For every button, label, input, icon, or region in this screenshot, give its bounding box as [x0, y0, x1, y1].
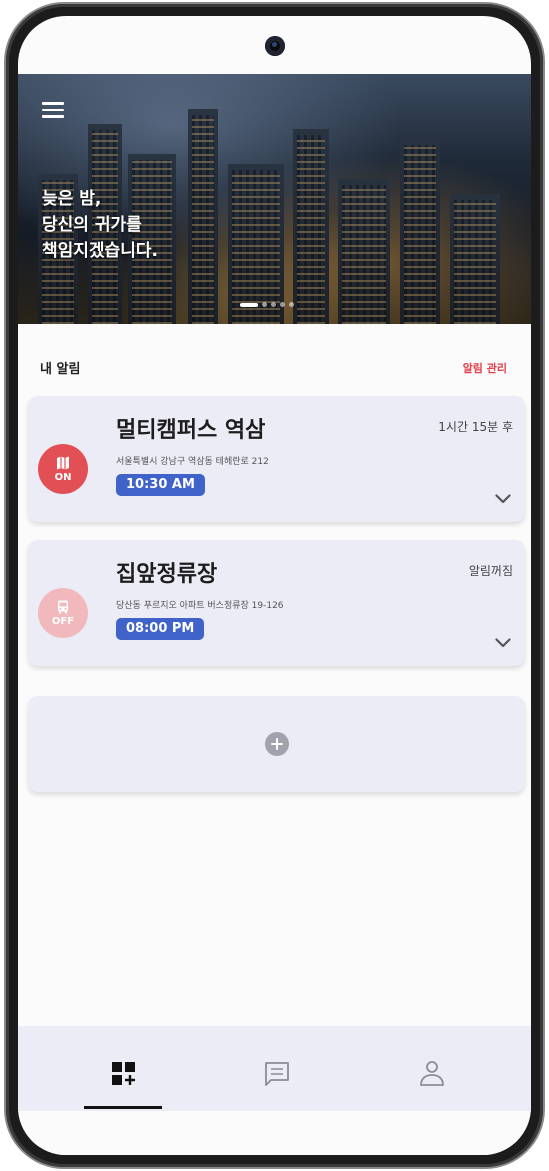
my-alarms-title: 내 알림 [40, 362, 81, 377]
bus-icon [58, 600, 68, 614]
building-graphic [400, 139, 440, 324]
chevron-down-icon[interactable] [495, 494, 511, 504]
alarm-state-label: ON [54, 472, 72, 483]
phone-frame: 늦은 밤, 당신의 귀가를 책임지겠습니다. 내 알림 알림 관리 ON 멀티캠… [6, 4, 543, 1167]
alarm-card[interactable]: OFF 집앞정류장 알림꺼짐 당산동 푸르지오 아파트 버스정류장 19-126… [28, 540, 525, 666]
alarm-card[interactable]: ON 멀티캠퍼스 역삼 1시간 15분 후 서울특별시 강남구 역삼동 테헤란로… [28, 396, 525, 522]
hero-headline: 늦은 밤, 당신의 귀가를 책임지겠습니다. [42, 189, 158, 261]
building-graphic [228, 164, 284, 324]
nav-profile-tab[interactable] [412, 1054, 452, 1094]
menu-icon[interactable] [42, 102, 64, 118]
alarm-state-badge[interactable]: OFF [38, 588, 88, 638]
alarm-title: 집앞정류장 [116, 562, 218, 587]
chat-icon [265, 1062, 289, 1086]
add-alarm-card[interactable] [28, 696, 525, 792]
chevron-down-icon[interactable] [495, 638, 511, 648]
system-navigation-area [18, 1111, 531, 1155]
dashboard-add-icon [112, 1062, 135, 1085]
building-graphic [450, 194, 500, 324]
alarm-state-label: OFF [51, 616, 75, 627]
alarm-address: 서울특별시 강남구 역삼동 테헤란로 212 [116, 457, 269, 467]
hero-banner[interactable]: 늦은 밤, 당신의 귀가를 책임지겠습니다. [18, 74, 531, 324]
building-graphic [293, 129, 329, 324]
alarm-address: 당산동 푸르지오 아파트 버스정류장 19-126 [116, 601, 284, 611]
active-tab-indicator [84, 1106, 162, 1109]
carousel-dot[interactable] [289, 302, 294, 307]
alarm-status: 1시간 15분 후 [438, 420, 513, 434]
building-graphic [188, 109, 218, 324]
alarm-time-chip[interactable]: 10:30 AM [116, 474, 205, 496]
manage-alarms-link[interactable]: 알림 관리 [463, 360, 507, 376]
carousel-dot[interactable] [271, 302, 276, 307]
carousel-indicator[interactable] [240, 302, 294, 307]
carousel-dot-active[interactable] [240, 302, 258, 307]
alarm-status: 알림꺼짐 [468, 564, 513, 578]
screen: 늦은 밤, 당신의 귀가를 책임지겠습니다. 내 알림 알림 관리 ON 멀티캠… [18, 16, 531, 1155]
alarm-state-badge[interactable]: ON [38, 444, 88, 494]
bottom-navigation [18, 1026, 531, 1111]
carousel-dot[interactable] [262, 302, 267, 307]
nav-dashboard-tab[interactable] [104, 1054, 144, 1094]
building-graphic [338, 179, 390, 324]
map-icon [57, 456, 69, 470]
profile-icon [420, 1061, 444, 1086]
nav-chat-tab[interactable] [257, 1054, 297, 1094]
carousel-dot[interactable] [280, 302, 285, 307]
add-alarm-button[interactable] [264, 732, 289, 756]
alarm-time-chip[interactable]: 08:00 PM [116, 618, 205, 640]
alarm-title: 멀티캠퍼스 역삼 [116, 418, 266, 443]
front-camera [264, 36, 285, 56]
